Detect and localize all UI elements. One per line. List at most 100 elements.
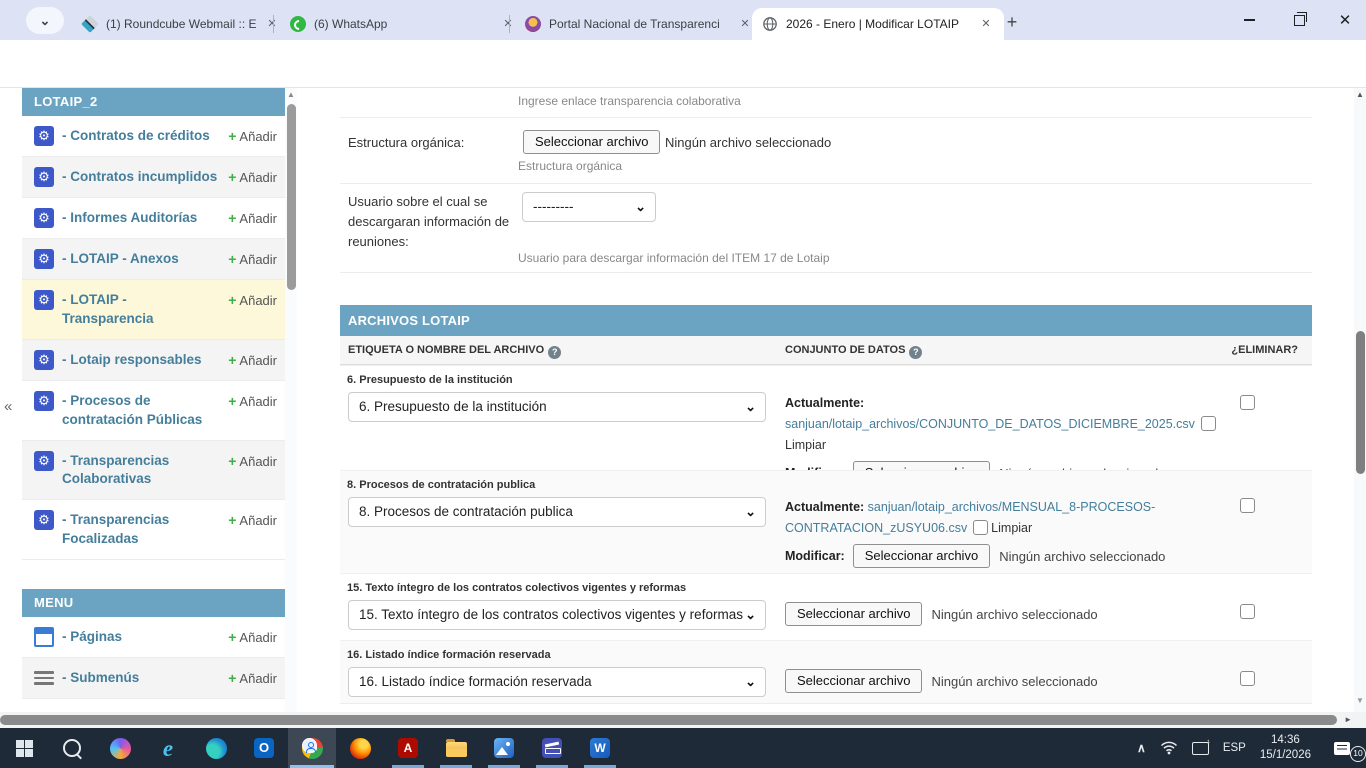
sidebar-item-contratos-incumplidos[interactable]: ⚙ - Contratos incumplidos +Añadir bbox=[22, 156, 285, 197]
taskbar-photos-button[interactable] bbox=[480, 728, 528, 768]
tab-close-icon[interactable]: ✕ bbox=[737, 16, 753, 32]
limpiar-checkbox[interactable] bbox=[1201, 416, 1216, 431]
taskbar-scanner-button[interactable] bbox=[528, 728, 576, 768]
add-link[interactable]: +Añadir bbox=[228, 393, 277, 409]
tab-roundcube[interactable]: (1) Roundcube Webmail :: Entra ✕ bbox=[72, 8, 290, 40]
taskbar-search-button[interactable] bbox=[48, 728, 96, 768]
sidebar-item-label[interactable]: - Informes Auditorías bbox=[62, 209, 220, 228]
estructura-file-button[interactable]: Seleccionar archivo bbox=[523, 130, 660, 154]
add-link[interactable]: +Añadir bbox=[228, 670, 277, 686]
page-vertical-scrollbar[interactable]: ▲ ▼ bbox=[1354, 88, 1366, 712]
sidebar-item-submenus[interactable]: - Submenús +Añadir bbox=[22, 657, 285, 698]
taskbar-edge-button[interactable] bbox=[192, 728, 240, 768]
sidebar-item-transparencias-colaborativas[interactable]: ⚙ - Transparencias Colaborativas +Añadir bbox=[22, 440, 285, 500]
vertical-scrollbar-thumb[interactable] bbox=[1356, 331, 1365, 474]
row-select[interactable]: 16. Listado índice formación reservada ⌄ bbox=[348, 667, 766, 697]
tray-show-hidden-icons[interactable]: ∧ bbox=[1130, 728, 1153, 768]
add-link[interactable]: +Añadir bbox=[228, 169, 277, 185]
add-link[interactable]: +Añadir bbox=[228, 251, 277, 267]
wifi-icon[interactable] bbox=[1153, 728, 1185, 768]
taskbar-chrome-button[interactable] bbox=[288, 728, 336, 768]
add-link[interactable]: +Añadir bbox=[228, 128, 277, 144]
plus-icon: + bbox=[228, 292, 236, 308]
sidebar-item-label[interactable]: - Contratos incumplidos bbox=[62, 168, 220, 187]
sidebar-scrollbar-thumb[interactable] bbox=[287, 104, 296, 290]
current-file-link[interactable]: CONTRATACION_zUSYU06.csv bbox=[785, 521, 967, 535]
usuario-select[interactable]: --------- ⌄ bbox=[522, 192, 656, 222]
sidebar-item-paginas[interactable]: - Páginas +Añadir bbox=[22, 617, 285, 657]
sidebar-item-contratos-creditos[interactable]: ⚙ - Contratos de créditos +Añadir bbox=[22, 116, 285, 156]
scroll-right-icon[interactable]: ► bbox=[1344, 715, 1352, 724]
sidebar-collapse-toggle[interactable]: « bbox=[4, 398, 12, 415]
eliminar-checkbox[interactable] bbox=[1240, 671, 1255, 686]
sidebar-item-informes-auditorias[interactable]: ⚙ - Informes Auditorías +Añadir bbox=[22, 197, 285, 238]
taskbar-firefox-button[interactable] bbox=[336, 728, 384, 768]
eliminar-checkbox[interactable] bbox=[1240, 395, 1255, 410]
row-select[interactable]: 15. Texto íntegro de los contratos colec… bbox=[348, 600, 766, 630]
taskbar-outlook-button[interactable]: O bbox=[240, 728, 288, 768]
add-link[interactable]: +Añadir bbox=[228, 352, 277, 368]
sidebar-item-lotaip-anexos[interactable]: ⚙ - LOTAIP - Anexos +Añadir bbox=[22, 238, 285, 279]
row-file-button[interactable]: Seleccionar archivo bbox=[785, 602, 922, 626]
minimize-icon bbox=[1244, 19, 1255, 21]
tab-lotaip-active[interactable]: 2026 - Enero | Modificar LOTAIP ✕ bbox=[752, 8, 1004, 40]
add-link[interactable]: +Añadir bbox=[228, 292, 277, 308]
scroll-up-icon[interactable]: ▲ bbox=[1354, 90, 1366, 99]
sidebar-item-label[interactable]: - Procesos de contratación Públicas bbox=[62, 392, 220, 430]
language-indicator[interactable]: ESP bbox=[1216, 728, 1253, 768]
scroll-up-icon[interactable]: ▲ bbox=[285, 90, 297, 99]
tab-close-icon[interactable]: ✕ bbox=[978, 16, 994, 32]
add-link[interactable]: +Añadir bbox=[228, 210, 277, 226]
sidebar-item-label[interactable]: - LOTAIP - Anexos bbox=[62, 250, 220, 269]
eliminar-checkbox[interactable] bbox=[1240, 498, 1255, 513]
sidebar-item-label[interactable]: - Lotaip responsables bbox=[62, 351, 220, 370]
tab-whatsapp[interactable]: (6) WhatsApp ✕ bbox=[280, 8, 526, 40]
tab-search-button[interactable]: ⌄ bbox=[26, 7, 64, 34]
current-file-link[interactable]: sanjuan/lotaip_archivos/MENSUAL_8-PROCES… bbox=[868, 500, 1156, 514]
sidebar-item-label[interactable]: - Transparencias Colaborativas bbox=[62, 452, 220, 490]
sidebar-item-label[interactable]: - Submenús bbox=[62, 669, 220, 688]
tab-close-icon[interactable]: ✕ bbox=[264, 16, 280, 32]
close-window-button[interactable]: ✕ bbox=[1322, 0, 1366, 40]
sidebar-item-procesos-contratacion[interactable]: ⚙ - Procesos de contratación Públicas +A… bbox=[22, 380, 285, 440]
notification-icon bbox=[1334, 742, 1350, 755]
taskbar-file-explorer-button[interactable] bbox=[432, 728, 480, 768]
sidebar-item-label[interactable]: - Transparencias Focalizadas bbox=[62, 511, 220, 549]
help-question-icon[interactable]: ? bbox=[909, 346, 922, 359]
tab-separator bbox=[509, 15, 510, 33]
limpiar-checkbox[interactable] bbox=[973, 520, 988, 535]
row-select[interactable]: 6. Presupuesto de la institución ⌄ bbox=[348, 392, 766, 422]
taskbar-acrobat-button[interactable]: A bbox=[384, 728, 432, 768]
row-select[interactable]: 8. Procesos de contratación publica ⌄ bbox=[348, 497, 766, 527]
row-file-button[interactable]: Seleccionar archivo bbox=[785, 669, 922, 693]
sidebar-item-label[interactable]: - LOTAIP - Transparencia bbox=[62, 291, 220, 329]
row-file-button[interactable]: Seleccionar archivo bbox=[853, 544, 990, 568]
add-link[interactable]: +Añadir bbox=[228, 512, 277, 528]
current-file-link[interactable]: sanjuan/lotaip_archivos/CONJUNTO_DE_DATO… bbox=[785, 417, 1195, 431]
add-link[interactable]: +Añadir bbox=[228, 453, 277, 469]
sidebar-scrollbar[interactable]: ▲ bbox=[285, 88, 297, 712]
add-link[interactable]: +Añadir bbox=[228, 629, 277, 645]
scroll-down-icon[interactable]: ▼ bbox=[1354, 696, 1366, 705]
sidebar-item-label[interactable]: - Contratos de créditos bbox=[62, 127, 220, 146]
page-horizontal-scrollbar[interactable]: ► bbox=[0, 712, 1366, 728]
taskbar-internet-explorer-button[interactable]: e bbox=[144, 728, 192, 768]
taskbar-clock[interactable]: 14:36 15/1/2026 bbox=[1253, 728, 1318, 768]
taskbar-word-button[interactable]: W bbox=[576, 728, 624, 768]
horizontal-scrollbar-thumb[interactable] bbox=[0, 715, 1337, 725]
sidebar-item-lotaip-transparencia[interactable]: ⚙ - LOTAIP - Transparencia +Añadir bbox=[22, 279, 285, 339]
eliminar-checkbox[interactable] bbox=[1240, 604, 1255, 619]
minimize-button[interactable] bbox=[1226, 0, 1272, 40]
start-button[interactable] bbox=[0, 728, 48, 768]
sidebar-item-transparencias-focalizadas[interactable]: ⚙ - Transparencias Focalizadas +Añadir bbox=[22, 499, 285, 559]
new-tab-button[interactable]: + bbox=[998, 8, 1026, 36]
notification-center-button[interactable]: 10 bbox=[1318, 728, 1366, 768]
restore-button[interactable] bbox=[1276, 0, 1322, 40]
help-question-icon[interactable]: ? bbox=[548, 346, 561, 359]
tab-close-icon[interactable]: ✕ bbox=[500, 16, 516, 32]
sidebar-item-lotaip-responsables[interactable]: ⚙ - Lotaip responsables +Añadir bbox=[22, 339, 285, 380]
connect-display-icon[interactable] bbox=[1185, 728, 1216, 768]
taskbar-copilot-button[interactable] bbox=[96, 728, 144, 768]
sidebar-item-label[interactable]: - Páginas bbox=[62, 628, 220, 647]
tab-portal-transparencia[interactable]: Portal Nacional de Transparenci ✕ bbox=[515, 8, 763, 40]
